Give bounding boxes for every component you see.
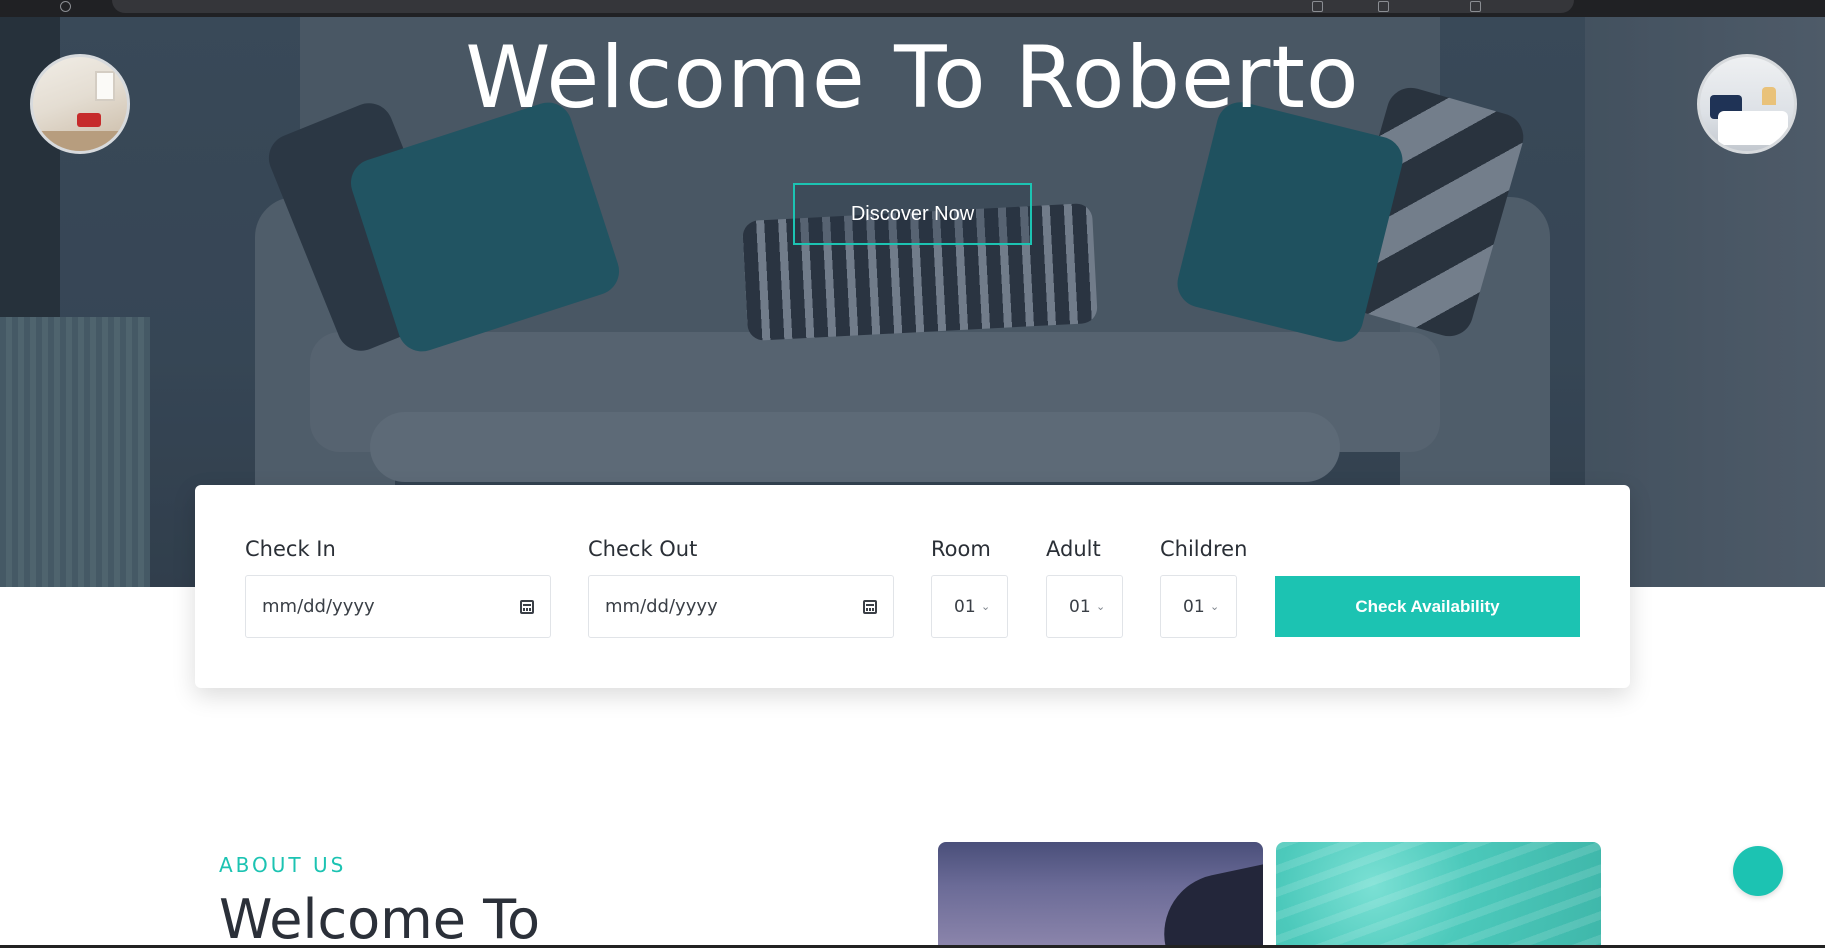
thumb-bed — [1718, 111, 1788, 145]
room-select[interactable]: 01 ⌄ — [931, 575, 1008, 638]
check-availability-button[interactable]: Check Availability — [1275, 576, 1580, 637]
discover-now-button[interactable]: Discover Now — [793, 183, 1032, 245]
adult-value: 01 — [1069, 596, 1091, 617]
extensions-icon[interactable] — [1378, 1, 1389, 12]
about-kicker: ABOUT US — [219, 853, 347, 877]
thumb-window — [95, 71, 115, 101]
chevron-down-icon: ⌄ — [1210, 600, 1220, 613]
children-value: 01 — [1183, 596, 1205, 617]
check-in-placeholder: mm/dd/yyyy — [262, 596, 375, 617]
calendar-icon[interactable] — [863, 599, 877, 614]
room-thumbnail-right[interactable] — [1697, 54, 1797, 154]
about-image-sea — [938, 842, 1263, 948]
about-title: Welcome To — [219, 888, 541, 948]
room-value: 01 — [954, 596, 976, 617]
chevron-down-icon: ⌄ — [1096, 600, 1106, 613]
booking-form: Check In mm/dd/yyyy Check Out mm/dd/yyyy… — [195, 485, 1630, 688]
chat-button[interactable] — [1733, 846, 1783, 896]
hero-title: Welcome To Roberto — [465, 28, 1360, 128]
calendar-icon[interactable] — [520, 599, 534, 614]
thumb-floor — [33, 131, 127, 151]
children-label: Children — [1160, 537, 1248, 561]
check-out-label: Check Out — [588, 537, 698, 561]
chevron-down-icon: ⌄ — [981, 600, 991, 613]
room-thumbnail-left[interactable] — [30, 54, 130, 154]
check-in-input[interactable]: mm/dd/yyyy — [245, 575, 551, 638]
check-out-input[interactable]: mm/dd/yyyy — [588, 575, 894, 638]
adult-label: Adult — [1046, 537, 1101, 561]
adult-select[interactable]: 01 ⌄ — [1046, 575, 1123, 638]
about-image-water — [1276, 842, 1601, 948]
browser-toolbar — [0, 0, 1825, 17]
image-rock — [1153, 858, 1263, 948]
thumb-sofa — [77, 113, 101, 127]
page: Welcome To Roberto Discover Now Check In… — [0, 0, 1825, 948]
reload-icon[interactable] — [60, 1, 71, 12]
address-bar[interactable] — [112, 0, 1574, 13]
room-label: Room — [931, 537, 991, 561]
thumb-lamp — [1762, 87, 1776, 105]
check-in-label: Check In — [245, 537, 336, 561]
profile-icon[interactable] — [1470, 1, 1481, 12]
check-out-placeholder: mm/dd/yyyy — [605, 596, 718, 617]
children-select[interactable]: 01 ⌄ — [1160, 575, 1237, 638]
star-icon[interactable] — [1312, 1, 1323, 12]
